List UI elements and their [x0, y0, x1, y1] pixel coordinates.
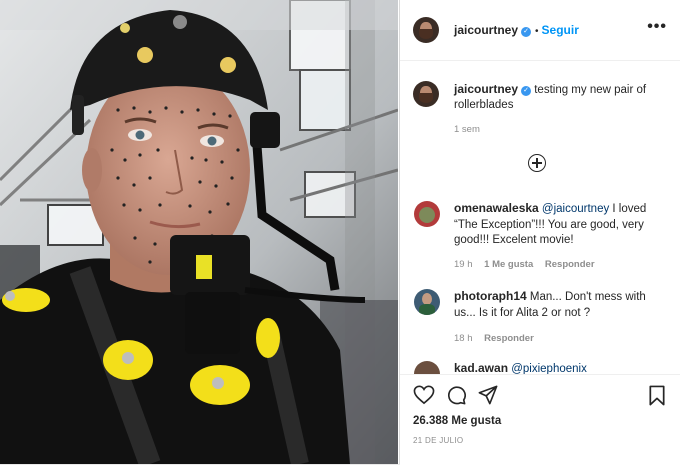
plus-circle-icon[interactable]	[528, 154, 546, 172]
comment-time[interactable]: 19 h	[454, 259, 473, 270]
author-name-row: jaicourtney ✓ • Seguir	[454, 23, 579, 37]
post-date[interactable]: 21 DE JULIO	[413, 436, 463, 445]
comment-text: kad.awan @pixiephoenix	[454, 361, 654, 374]
commenter-avatar[interactable]	[414, 201, 440, 227]
post-caption: jaicourtney ✓ testing my new pair of roll…	[454, 82, 664, 113]
comment-time[interactable]: 18 h	[454, 333, 473, 344]
author-username[interactable]: jaicourtney	[454, 23, 518, 37]
comment-text: photoraph14 Man... Don't mess with us...…	[454, 289, 654, 321]
comment-meta: 18 h Responder	[454, 333, 543, 344]
more-options-icon[interactable]: •••	[647, 19, 667, 35]
comment-text: omenawaleska @jaicourtney I loved “The E…	[454, 201, 654, 249]
comment-mention[interactable]: @pixiephoenix	[511, 363, 587, 374]
likes-count[interactable]: 26.388 Me gusta	[413, 415, 501, 427]
caption-author-avatar[interactable]	[413, 81, 439, 107]
author-avatar[interactable]	[413, 17, 439, 43]
commenter-avatar[interactable]	[414, 289, 440, 315]
bookmark-icon[interactable]	[648, 385, 666, 406]
commenter-avatar[interactable]	[414, 361, 440, 374]
verified-badge-icon: ✓	[521, 86, 532, 96]
post-photo[interactable]	[0, 0, 398, 464]
comment-likes[interactable]: 1 Me gusta	[484, 259, 533, 270]
share-icon[interactable]	[478, 385, 498, 405]
reply-button[interactable]: Responder	[484, 333, 534, 344]
separator-dot: •	[535, 26, 539, 37]
commenter-username[interactable]: photoraph14	[454, 289, 527, 303]
comments-scroll-area[interactable]: jaicourtney ✓ testing my new pair of roll…	[400, 61, 680, 374]
caption-author-username[interactable]: jaicourtney	[454, 82, 518, 96]
commenter-username[interactable]: omenawaleska	[454, 201, 539, 215]
follow-button[interactable]: Seguir	[542, 23, 579, 37]
instagram-post-dialog: jaicourtney ✓ • Seguir ••• jaicourtney ✓ tes…	[0, 0, 680, 465]
comment-mention[interactable]: @jaicourtney	[542, 203, 609, 215]
reply-button[interactable]: Responder	[545, 259, 595, 270]
comment-item: kad.awan @pixiephoenix	[414, 361, 674, 374]
post-actions: 26.388 Me gusta 21 DE JULIO	[400, 374, 680, 465]
commenter-username[interactable]: kad.awan	[454, 361, 508, 374]
post-side-panel: jaicourtney ✓ • Seguir ••• jaicourtney ✓ tes…	[399, 0, 680, 465]
comment-item: photoraph14 Man... Don't mess with us...…	[414, 289, 674, 349]
verified-badge-icon: ✓	[521, 27, 532, 37]
comment-meta: 19 h 1 Me gusta Responder	[454, 259, 604, 270]
comment-icon[interactable]	[446, 385, 466, 405]
caption-timestamp[interactable]: 1 sem	[454, 124, 480, 135]
heart-icon[interactable]	[413, 385, 435, 405]
post-header: jaicourtney ✓ • Seguir •••	[400, 0, 680, 61]
mocap-photo-illustration	[0, 0, 398, 464]
comment-item: omenawaleska @jaicourtney I loved “The E…	[414, 201, 674, 271]
